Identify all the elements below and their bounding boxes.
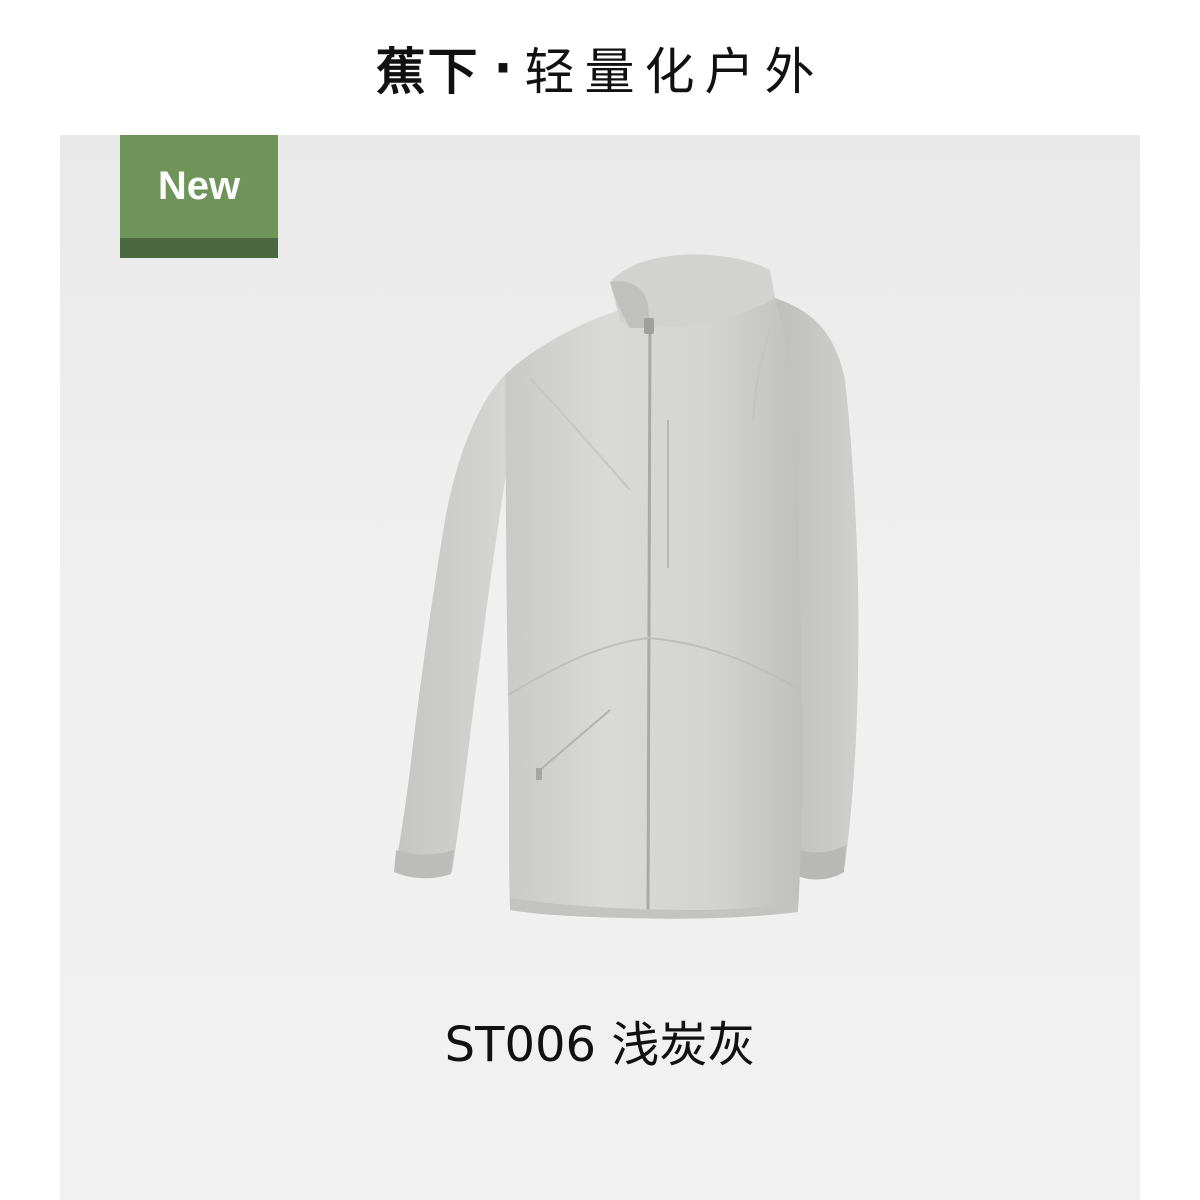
badge-stripe — [120, 238, 278, 258]
zipper — [646, 319, 652, 915]
brand-name: 蕉下 — [375, 42, 480, 101]
new-badge-label: New — [157, 164, 241, 208]
left-sleeve — [396, 375, 510, 876]
jacket-body — [505, 297, 802, 919]
new-badge: New — [120, 135, 278, 258]
title-separator: · — [493, 38, 515, 97]
side-pocket-pull — [536, 768, 542, 780]
product-panel: New ST006 浅炭灰 — [60, 135, 1140, 1200]
slogan: 轻量化户外 — [524, 42, 825, 101]
zipper-pull — [644, 318, 654, 334]
product-caption: ST006 浅炭灰 — [444, 1017, 756, 1073]
header-title: 蕉下 · 轻量化户外 — [376, 32, 825, 104]
header: 蕉下 · 轻量化户外 — [0, 0, 1200, 135]
jacket-image — [394, 254, 859, 919]
